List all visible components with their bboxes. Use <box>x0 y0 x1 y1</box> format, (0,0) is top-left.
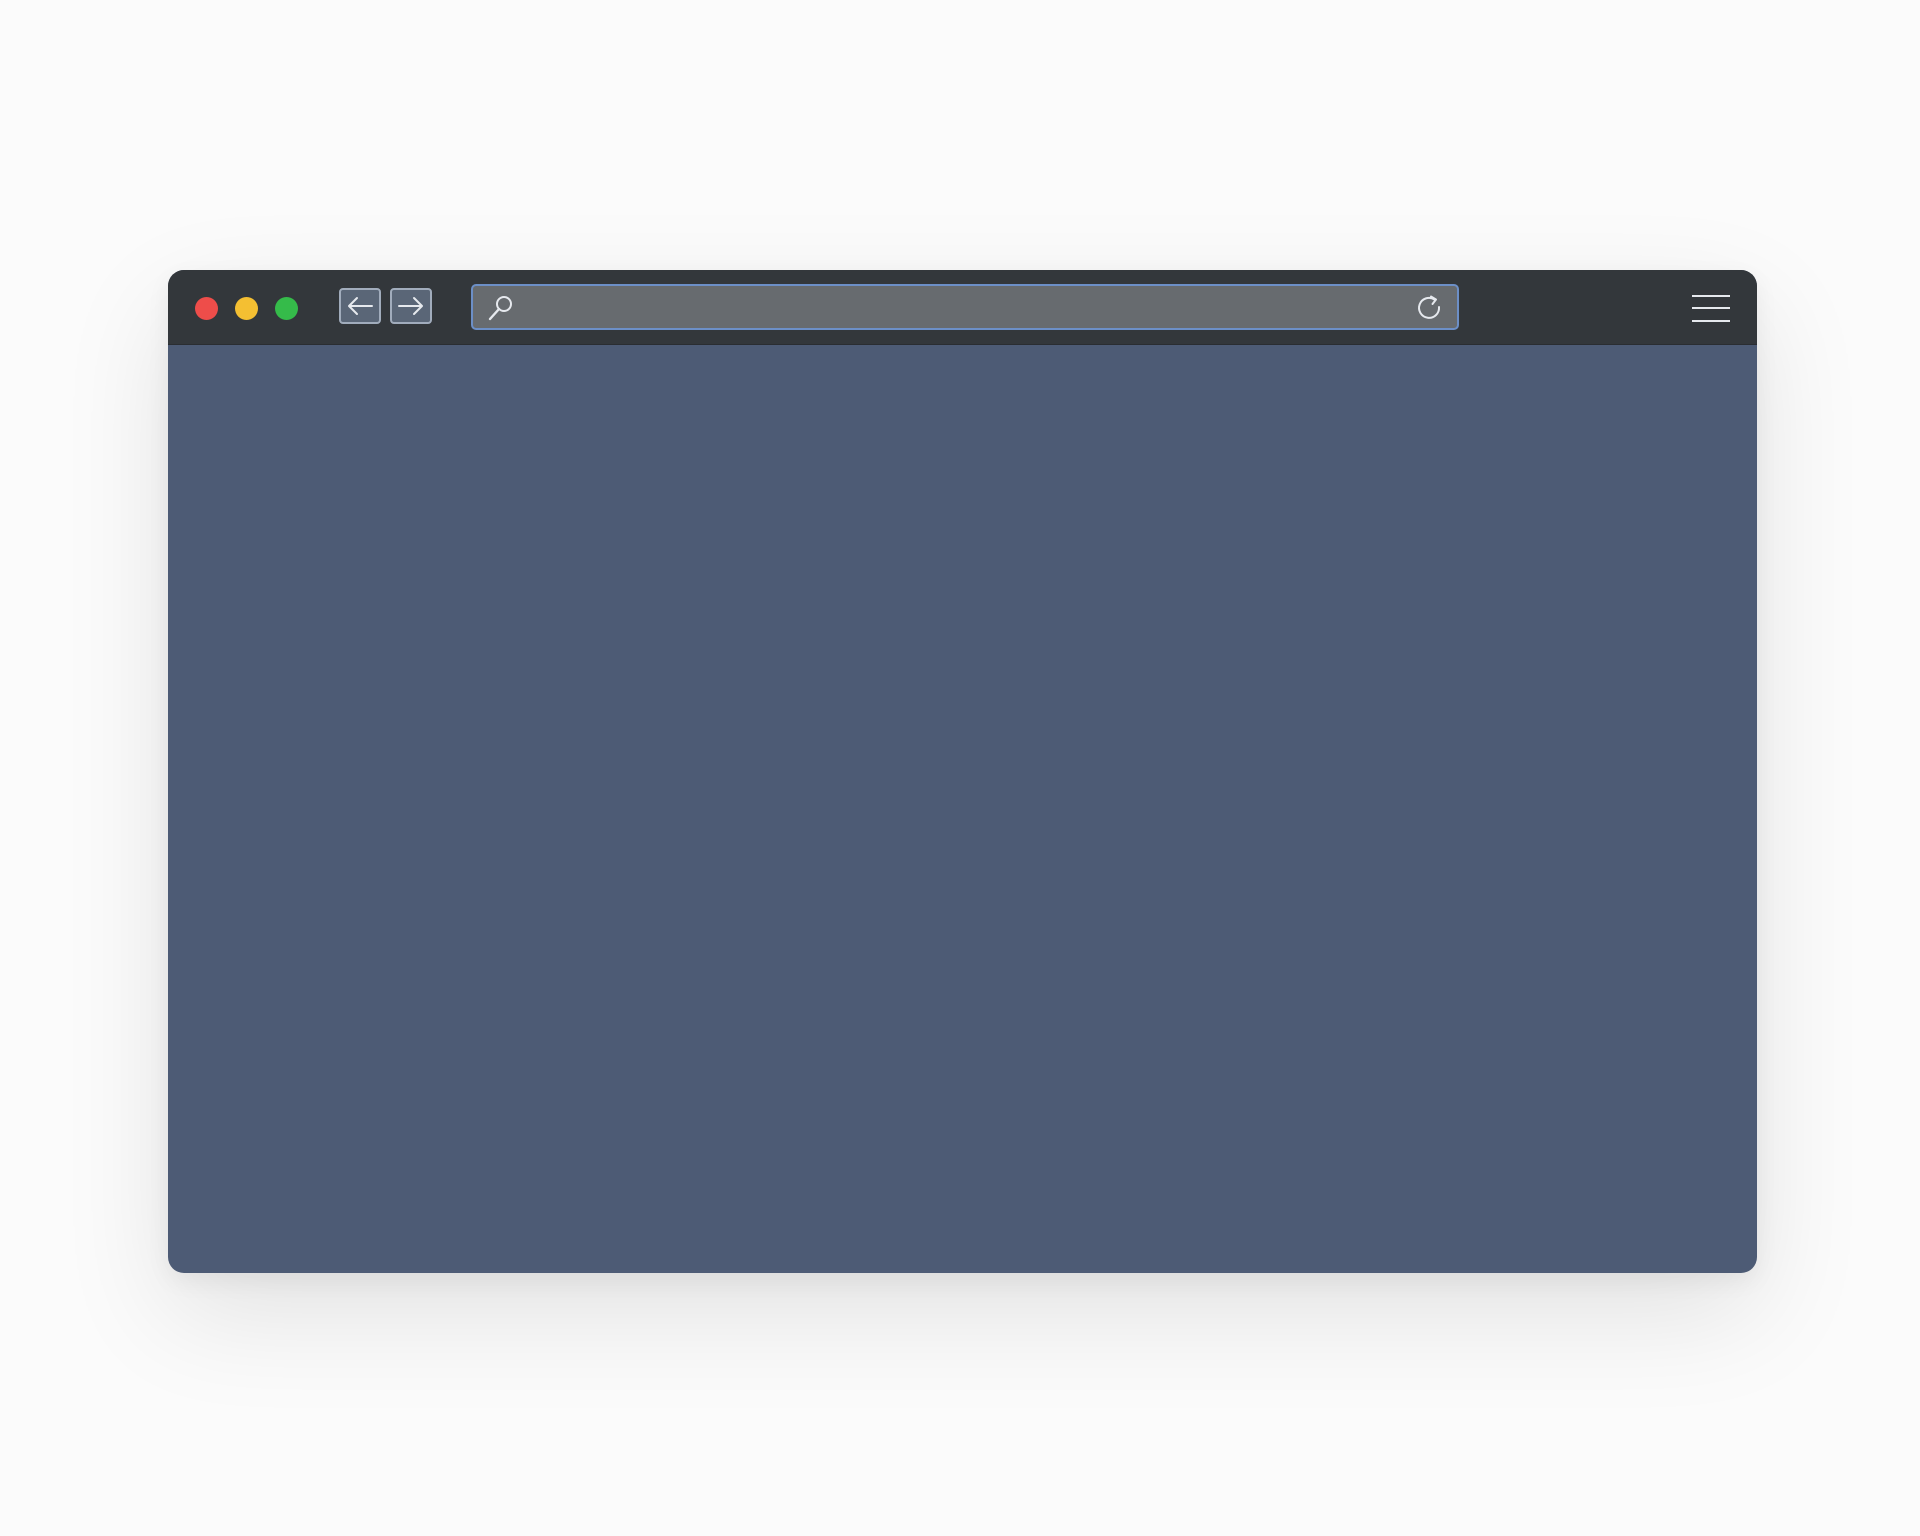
minimize-window-button[interactable] <box>235 297 258 320</box>
reload-icon[interactable] <box>1415 293 1445 323</box>
page-content-area[interactable] <box>168 345 1757 1273</box>
address-bar[interactable] <box>471 284 1459 330</box>
browser-window <box>168 270 1757 1273</box>
search-icon <box>488 296 512 321</box>
hamburger-menu-icon[interactable] <box>1691 294 1731 324</box>
forward-button[interactable] <box>390 288 432 324</box>
back-button[interactable] <box>339 288 381 324</box>
close-window-button[interactable] <box>195 297 218 320</box>
maximize-window-button[interactable] <box>275 297 298 320</box>
address-input[interactable] <box>521 286 1401 328</box>
browser-toolbar <box>168 270 1757 345</box>
arrow-left-icon <box>348 297 373 315</box>
arrow-right-icon <box>398 297 423 315</box>
